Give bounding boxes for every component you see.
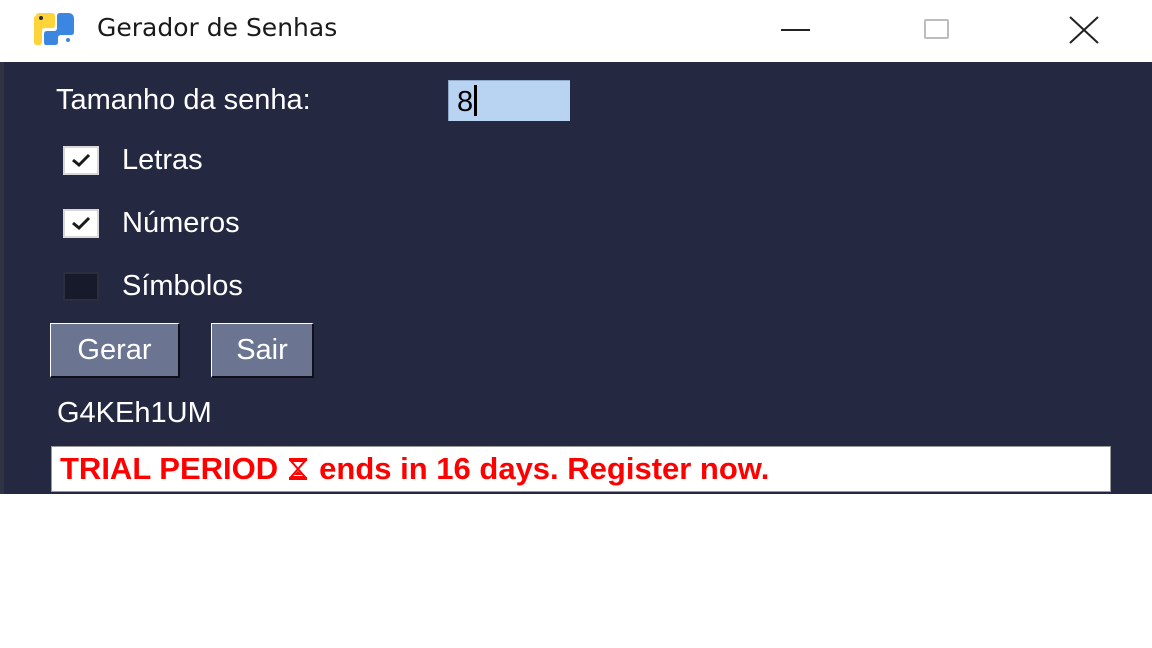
close-button[interactable] [1048, 0, 1118, 62]
generate-button[interactable]: Gerar [50, 323, 180, 378]
checkmark-icon [72, 153, 91, 168]
exit-button[interactable]: Sair [211, 323, 314, 378]
trial-banner[interactable]: TRIAL PERIOD ends in 16 days. Register n… [51, 446, 1111, 492]
close-icon [1069, 16, 1099, 44]
symbols-option[interactable]: Símbolos [63, 268, 243, 304]
letters-option[interactable]: Letras [63, 142, 203, 178]
password-length-input[interactable] [448, 80, 570, 121]
window-border [0, 62, 4, 494]
letters-checkbox[interactable] [63, 145, 99, 175]
trial-banner-message: ends in 16 days. Register now. [319, 451, 770, 486]
maximize-button[interactable] [902, 0, 972, 62]
maximize-icon [924, 19, 949, 39]
numbers-checkbox[interactable] [63, 208, 99, 238]
text-caret [474, 85, 477, 116]
python-icon [34, 13, 74, 45]
hourglass-icon [288, 458, 308, 480]
numbers-option[interactable]: Números [63, 205, 240, 241]
app-window: Gerador de Senhas Tamanho da senha: Letr… [0, 0, 1152, 494]
password-length-label: Tamanho da senha: [56, 84, 311, 116]
checkmark-icon [72, 216, 91, 231]
symbols-label: Símbolos [122, 269, 243, 302]
title-bar[interactable]: Gerador de Senhas [0, 0, 1152, 62]
minimize-icon [781, 29, 810, 31]
trial-banner-text: TRIAL PERIOD [60, 451, 279, 486]
symbols-checkbox[interactable] [63, 271, 99, 301]
numbers-label: Números [122, 206, 240, 239]
window-title: Gerador de Senhas [97, 13, 338, 42]
minimize-button[interactable] [760, 0, 830, 62]
generated-password: G4KEh1UM [57, 397, 212, 429]
letters-label: Letras [122, 143, 203, 176]
